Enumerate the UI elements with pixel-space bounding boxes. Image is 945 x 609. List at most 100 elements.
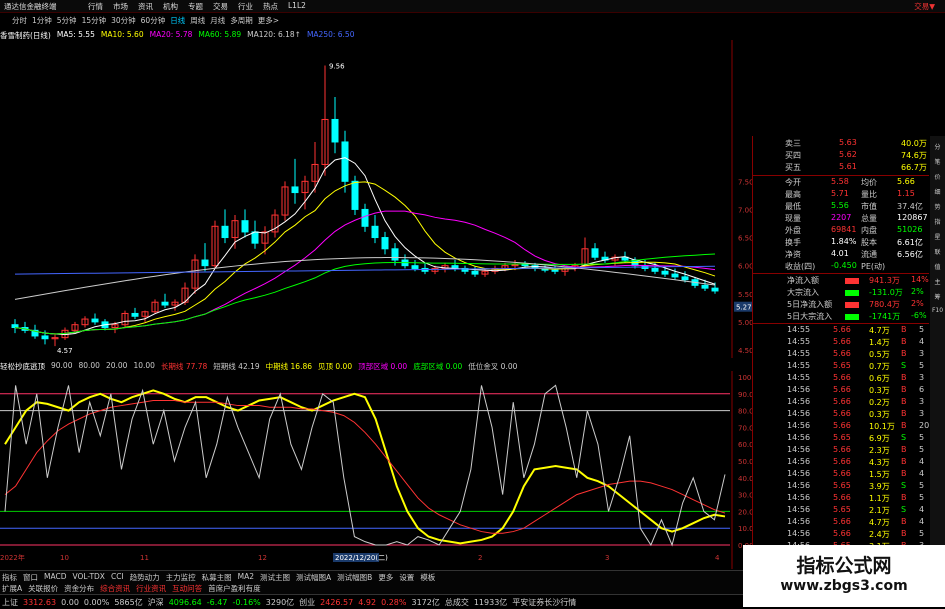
info-value: 5.58 xyxy=(831,177,849,186)
candle-body xyxy=(381,237,389,250)
extension-tab[interactable]: 首席户盈利有度 xyxy=(208,583,261,594)
side-tool-button[interactable]: 星 xyxy=(930,232,945,241)
info-label: 流通 xyxy=(861,250,877,259)
tick-side: B xyxy=(901,385,907,394)
candle-body xyxy=(91,318,99,323)
info-value: 5.71 xyxy=(831,189,849,198)
menu-item-5[interactable]: 交易 xyxy=(213,1,228,12)
side-tool-button[interactable]: 联 xyxy=(930,247,945,256)
price-tick-label: 6.00 xyxy=(738,263,752,271)
tick-time: 14:56 xyxy=(787,505,811,514)
bottom-tab[interactable]: 更多 xyxy=(378,572,393,583)
menu-item-1[interactable]: 市场 xyxy=(113,1,128,12)
side-tool-button[interactable]: 笔 xyxy=(930,157,945,166)
bottom-tab[interactable]: 私募主图 xyxy=(202,572,232,583)
tick-count: 4 xyxy=(919,517,925,526)
indicator-tabs: 指标 窗口 MACD VOL-TDX CCI 趋势动力 主力监控 私募主图 MA2 测试主图 测试幅… xyxy=(2,572,435,583)
period-tab-6[interactable]: 日线 xyxy=(170,15,185,26)
period-tab-5[interactable]: 60分钟 xyxy=(141,15,166,26)
period-tab-9[interactable]: 多周期 xyxy=(230,15,253,26)
candle-body xyxy=(331,118,339,143)
side-tool-button[interactable]: 细 xyxy=(930,187,945,196)
quote-level-volume: 40.0万 xyxy=(901,139,927,148)
side-toolbar: 分笔价细势指星联值主筹 F10 xyxy=(930,136,945,596)
info-value: 69841 xyxy=(831,225,857,234)
period-tab-2[interactable]: 5分钟 xyxy=(57,15,77,26)
menu-item-2[interactable]: 资讯 xyxy=(138,1,153,12)
extension-tab[interactable]: 扩展A xyxy=(2,583,22,594)
time-axis-label: 2022年 xyxy=(0,553,25,562)
info-value: 1.15 xyxy=(897,189,915,198)
flow-value: -131.0万 xyxy=(869,288,903,297)
extension-tab[interactable]: 互动问答 xyxy=(172,583,202,594)
candle-body xyxy=(291,186,299,194)
side-tool-button[interactable]: 指 xyxy=(930,217,945,226)
extension-tab[interactable]: 综合资讯 xyxy=(100,583,130,594)
side-tool-button[interactable]: 价 xyxy=(930,172,945,181)
period-tab-4[interactable]: 30分钟 xyxy=(111,15,136,26)
flow-value: -1741万 xyxy=(869,312,901,321)
bottom-tab[interactable]: 测试幅图A xyxy=(296,572,331,583)
ma-legend-item: MA20: 5.78 xyxy=(149,30,193,39)
kline-chart[interactable]: 7.50 7.00 6.50 6.00 5.50 5.00 4.50 5.27 9.56 4.57 xyxy=(0,40,752,358)
tick-volume: 4.7万 xyxy=(869,518,890,527)
bottom-tab[interactable]: VOL-TDX xyxy=(72,572,104,583)
extension-tab[interactable]: 行业资讯 xyxy=(136,583,166,594)
indicator-legend-item: 20.00 xyxy=(105,361,128,370)
quote-level-price: 5.62 xyxy=(839,150,857,159)
menu-item-4[interactable]: 专题 xyxy=(188,1,203,12)
tick-price: 5.65 xyxy=(833,433,851,442)
ma-legend-item: MA120: 6.18↑ xyxy=(247,30,301,39)
extension-tab[interactable]: 关联报价 xyxy=(28,583,58,594)
flow-bar xyxy=(845,302,859,308)
bottom-tab[interactable]: 测试主图 xyxy=(260,572,290,583)
menu-item-7[interactable]: 热点 xyxy=(263,1,278,12)
bottom-tab[interactable]: 测试幅图B xyxy=(337,572,372,583)
period-tabs: 分时 1分钟 5分钟 15分钟 30分钟 60分钟 日线 周线 月线 多周期 更多> xyxy=(12,15,279,26)
watermark: 指标公式网 www.zbgs3.com xyxy=(743,545,945,607)
candle-body xyxy=(701,284,709,289)
menu-item-0[interactable]: 行情 xyxy=(88,1,103,12)
tick-price: 5.66 xyxy=(833,445,851,454)
period-tab-8[interactable]: 月线 xyxy=(210,15,225,26)
period-tab-0[interactable]: 分时 xyxy=(12,15,27,26)
bottom-tab[interactable]: MA2 xyxy=(238,572,254,583)
menu-item-6[interactable]: 行业 xyxy=(238,1,253,12)
indicator-chart[interactable]: 100.0 90.00 80.00 70.00 60.00 50.00 40.00 30.00… xyxy=(0,371,752,569)
bottom-tab[interactable]: 趋势动力 xyxy=(130,572,160,583)
trade-button[interactable]: 交易▼ xyxy=(914,1,935,12)
side-tool-button[interactable]: 主 xyxy=(930,277,945,286)
bottom-tab[interactable]: CCI xyxy=(111,572,124,583)
high-price-label: 9.56 xyxy=(329,62,345,70)
indicator-tick-label: 100.0 xyxy=(738,374,752,382)
period-tab-1[interactable]: 1分钟 xyxy=(32,15,52,26)
side-tool-button[interactable]: F10 xyxy=(930,307,945,314)
menu-item-3[interactable]: 机构 xyxy=(163,1,178,12)
flow-label: 净流入额 xyxy=(787,276,819,285)
time-axis-label: 12 xyxy=(258,554,267,562)
bottom-tab[interactable]: MACD xyxy=(44,572,66,583)
period-tab-7[interactable]: 周线 xyxy=(190,15,205,26)
bottom-tab[interactable]: 主力监控 xyxy=(166,572,196,583)
tick-side: B xyxy=(901,325,907,334)
indicator-series-line xyxy=(4,384,726,547)
tick-count: 3 xyxy=(919,373,925,382)
bottom-tab[interactable]: 模板 xyxy=(420,572,435,583)
side-tool-button[interactable]: 筹 xyxy=(930,292,945,301)
bottom-tab[interactable]: 窗口 xyxy=(23,572,38,583)
period-tab-10[interactable]: 更多> xyxy=(258,15,279,26)
side-tool-button[interactable]: 值 xyxy=(930,262,945,271)
status-value: -6.47 xyxy=(206,597,228,607)
menu-item-8[interactable]: L1L2 xyxy=(288,1,306,12)
side-tool-button[interactable]: 分 xyxy=(930,142,945,151)
candle-body xyxy=(681,276,689,281)
extension-tab[interactable]: 资金分布 xyxy=(64,583,94,594)
status-value: 11933亿 xyxy=(473,597,508,607)
period-tab-3[interactable]: 15分钟 xyxy=(82,15,107,26)
side-tool-button[interactable]: 势 xyxy=(930,202,945,211)
indicator-legend-item: 顶部区域 0.00 xyxy=(358,362,408,371)
app-title: 通达信金融终端 xyxy=(4,2,57,11)
bottom-tab[interactable]: 设置 xyxy=(399,572,414,583)
tick-volume: 4.7万 xyxy=(869,326,890,335)
bottom-tab[interactable]: 指标 xyxy=(2,572,17,583)
